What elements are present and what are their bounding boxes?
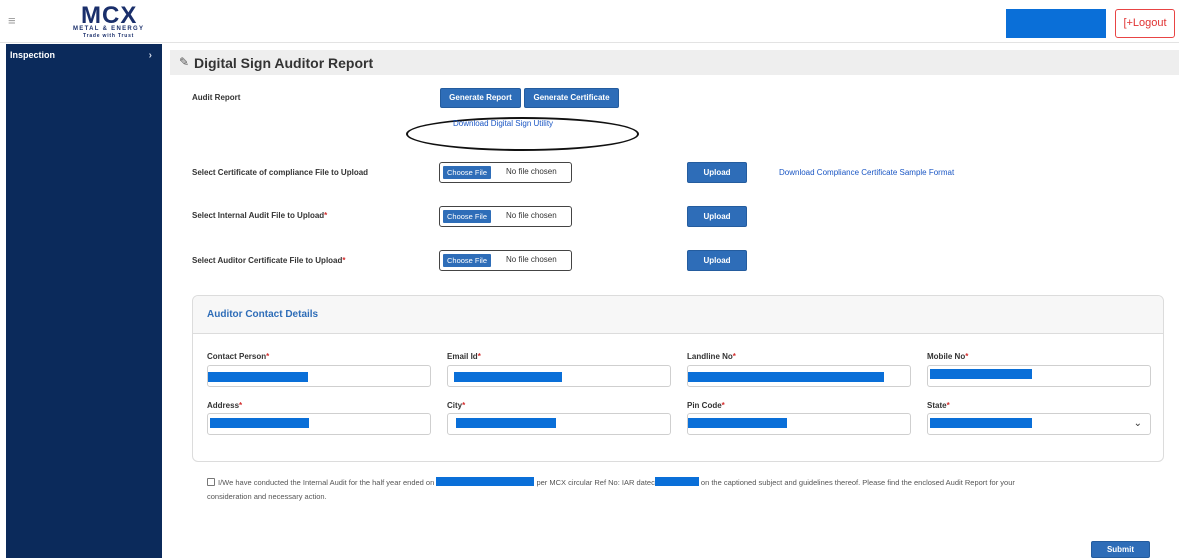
landline-input[interactable] — [687, 365, 911, 387]
logo-tagline: METAL & ENERGY — [73, 26, 145, 32]
choose-file-button[interactable]: Choose File — [443, 166, 491, 179]
landline-label: Landline No* — [687, 352, 736, 361]
redacted-value — [210, 418, 309, 428]
address-label: Address* — [207, 401, 243, 410]
upload-button-auditor-certificate[interactable]: Upload — [687, 250, 747, 271]
choose-file-button[interactable]: Choose File — [443, 210, 491, 223]
hamburger-icon[interactable]: ≡ — [8, 14, 16, 27]
contact-person-label: Contact Person* — [207, 352, 270, 361]
email-label: Email Id* — [447, 352, 481, 361]
page-title: Digital Sign Auditor Report — [194, 55, 374, 71]
redacted-value — [208, 372, 308, 382]
pin-code-input[interactable] — [687, 413, 911, 435]
redacted-value — [688, 372, 884, 382]
redacted-value — [456, 418, 556, 428]
auditor-contact-panel: Auditor Contact Details Contact Person* … — [192, 295, 1164, 462]
redacted-value — [454, 372, 562, 382]
redacted-user-box[interactable] — [1006, 9, 1106, 38]
upload-label-compliance: Select Certificate of compliance File to… — [192, 168, 369, 177]
download-sample-format-link[interactable]: Download Compliance Certificate Sample F… — [779, 168, 954, 177]
redacted-date — [654, 477, 699, 486]
submit-button[interactable]: Submit — [1091, 541, 1150, 558]
sidebar: Inspection › — [6, 44, 162, 558]
logo-slogan: Trade with Trust — [83, 33, 135, 39]
choose-file-button[interactable]: Choose File — [443, 254, 491, 267]
address-input[interactable] — [207, 413, 431, 435]
file-input-auditor-certificate[interactable]: Choose File No file chosen — [439, 250, 572, 271]
top-bar: ≡ MCX METAL & ENERGY Trade with Trust [+… — [0, 0, 1179, 43]
upload-label-auditor-certificate: Select Auditor Certificate File to Uploa… — [192, 256, 346, 265]
file-input-compliance[interactable]: Choose File No file chosen — [439, 162, 572, 183]
redacted-date — [436, 477, 535, 486]
contact-person-input[interactable] — [207, 365, 431, 387]
upload-label-internal-audit: Select Internal Audit File to Upload* — [192, 211, 328, 220]
generate-report-button[interactable]: Generate Report — [440, 88, 521, 108]
download-utility-link[interactable]: Download Digital Sign Utility — [453, 119, 553, 128]
redacted-value — [930, 369, 1032, 379]
chevron-down-icon: ⌄ — [1133, 418, 1142, 429]
file-status: No file chosen — [506, 211, 557, 220]
state-select[interactable]: ⌄ — [927, 413, 1151, 435]
file-status: No file chosen — [506, 255, 557, 264]
sidebar-item-inspection[interactable]: Inspection › — [6, 50, 162, 64]
city-input[interactable] — [447, 413, 671, 435]
logo[interactable]: MCX METAL & ENERGY Trade with Trust — [73, 2, 153, 39]
declaration-text: I/We have conducted the Internal Audit f… — [207, 477, 1015, 501]
redacted-value — [930, 418, 1032, 428]
chevron-right-icon: › — [148, 50, 152, 61]
upload-button-compliance[interactable]: Upload — [687, 162, 747, 183]
city-label: City* — [447, 401, 466, 410]
generate-certificate-button[interactable]: Generate Certificate — [524, 88, 619, 108]
upload-button-internal-audit[interactable]: Upload — [687, 206, 747, 227]
panel-title: Auditor Contact Details — [207, 309, 319, 320]
declaration-checkbox[interactable] — [207, 478, 215, 486]
sidebar-item-label: Inspection — [10, 50, 56, 60]
audit-report-label: Audit Report — [192, 93, 241, 102]
main-content: ✎ Digital Sign Auditor Report Audit Repo… — [170, 44, 1179, 558]
state-label: State* — [927, 401, 950, 410]
mobile-input[interactable] — [927, 365, 1151, 387]
pencil-icon: ✎ — [179, 55, 190, 69]
panel-header: Auditor Contact Details — [193, 296, 1163, 334]
logout-button[interactable]: [+Logout — [1115, 9, 1175, 38]
redacted-value — [688, 418, 787, 428]
pin-code-label: Pin Code* — [687, 401, 725, 410]
file-status: No file chosen — [506, 167, 557, 176]
mobile-label: Mobile No* — [927, 352, 969, 361]
file-input-internal-audit[interactable]: Choose File No file chosen — [439, 206, 572, 227]
email-input[interactable] — [447, 365, 671, 387]
